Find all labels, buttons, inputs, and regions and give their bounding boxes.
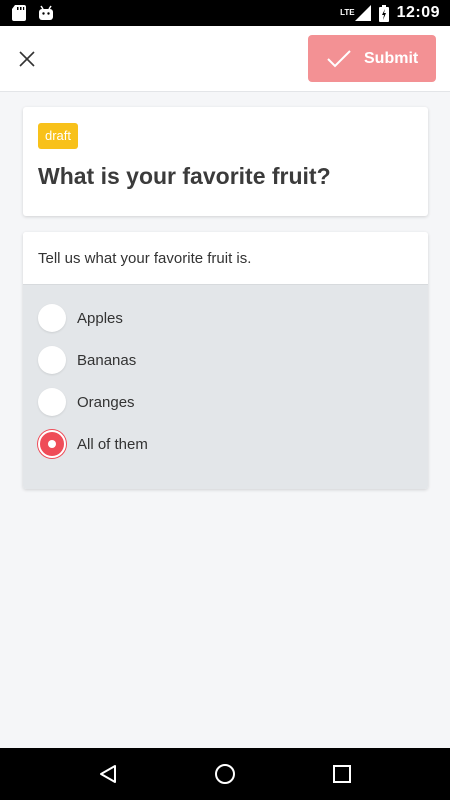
radio-button[interactable]: [38, 388, 66, 416]
close-icon: [19, 51, 35, 67]
back-icon: [100, 765, 117, 783]
radio-button[interactable]: [38, 304, 66, 332]
question-header-card: draft What is your favorite fruit?: [23, 107, 428, 216]
close-button[interactable]: [14, 46, 40, 72]
android-icon: [38, 5, 54, 21]
submit-label: Submit: [364, 49, 419, 67]
battery-icon: [378, 4, 389, 22]
option-label: Bananas: [77, 351, 137, 369]
status-time: 12:09: [396, 4, 440, 21]
question-card: Tell us what your favorite fruit is. App…: [23, 232, 428, 489]
signal-icon: LTE: [340, 5, 371, 21]
status-left: [12, 5, 54, 21]
radio-button[interactable]: [38, 346, 66, 374]
option-apples[interactable]: Apples: [23, 297, 428, 339]
submit-button[interactable]: Submit: [308, 35, 436, 82]
option-label: Apples: [77, 309, 123, 327]
option-oranges[interactable]: Oranges: [23, 381, 428, 423]
network-type: LTE: [340, 8, 355, 17]
option-label: Oranges: [77, 393, 135, 411]
sd-card-icon: [12, 5, 26, 21]
question-title: What is your favorite fruit?: [38, 163, 331, 189]
options-list: Apples Bananas Oranges All of them: [23, 285, 428, 489]
status-badge: draft: [38, 123, 79, 149]
status-right: LTE 12:09: [340, 4, 440, 22]
app-bar: Submit: [0, 26, 450, 92]
radio-button-selected[interactable]: [38, 430, 66, 458]
question-description: Tell us what your favorite fruit is.: [23, 232, 428, 285]
status-bar: LTE 12:09: [0, 0, 450, 26]
option-bananas[interactable]: Bananas: [23, 339, 428, 381]
home-icon: [214, 764, 235, 784]
recents-button[interactable]: [322, 754, 362, 794]
navigation-bar: [0, 748, 450, 800]
option-label: All of them: [77, 435, 148, 453]
option-all-of-them[interactable]: All of them: [23, 423, 428, 465]
back-button[interactable]: [88, 754, 128, 794]
recents-icon: [332, 765, 351, 783]
check-icon: [327, 49, 351, 67]
home-button[interactable]: [205, 754, 245, 794]
radio-dot: [48, 440, 56, 448]
